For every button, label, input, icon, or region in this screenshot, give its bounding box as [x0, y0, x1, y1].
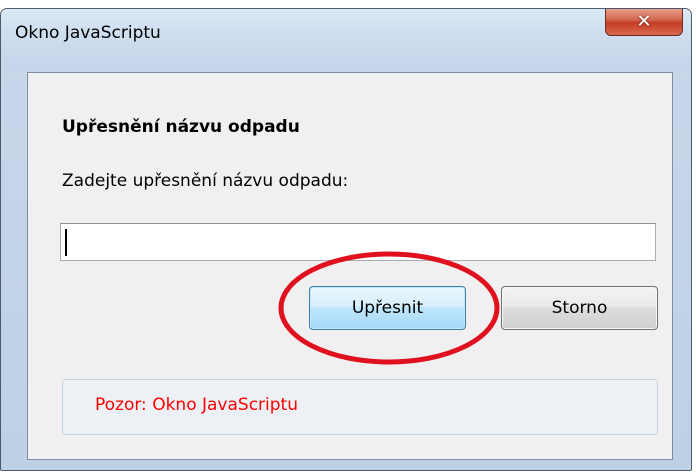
dialog-heading: Upřesnění názvu odpadu: [62, 117, 300, 137]
dialog-content: Upřesnění názvu odpadu Zadejte upřesnění…: [27, 72, 673, 460]
close-icon: ✕: [636, 11, 652, 32]
waste-name-input[interactable]: [60, 223, 656, 261]
prompt-label: Zadejte upřesnění názvu odpadu:: [62, 171, 349, 191]
close-button[interactable]: ✕: [605, 9, 683, 36]
text-caret: [65, 229, 67, 256]
warning-panel: Pozor: Okno JavaScriptu: [62, 379, 658, 435]
cancel-button-label: Storno: [551, 298, 608, 318]
window-title: Okno JavaScriptu: [15, 23, 161, 43]
confirm-button[interactable]: Upřesnit: [309, 286, 466, 330]
warning-text: Pozor: Okno JavaScriptu: [95, 395, 298, 415]
title-bar[interactable]: Okno JavaScriptu ✕: [1, 9, 691, 67]
cancel-button[interactable]: Storno: [501, 286, 658, 330]
confirm-button-label: Upřesnit: [351, 298, 424, 318]
dialog-window: Okno JavaScriptu ✕ Upřesnění názvu odpad…: [0, 8, 692, 471]
